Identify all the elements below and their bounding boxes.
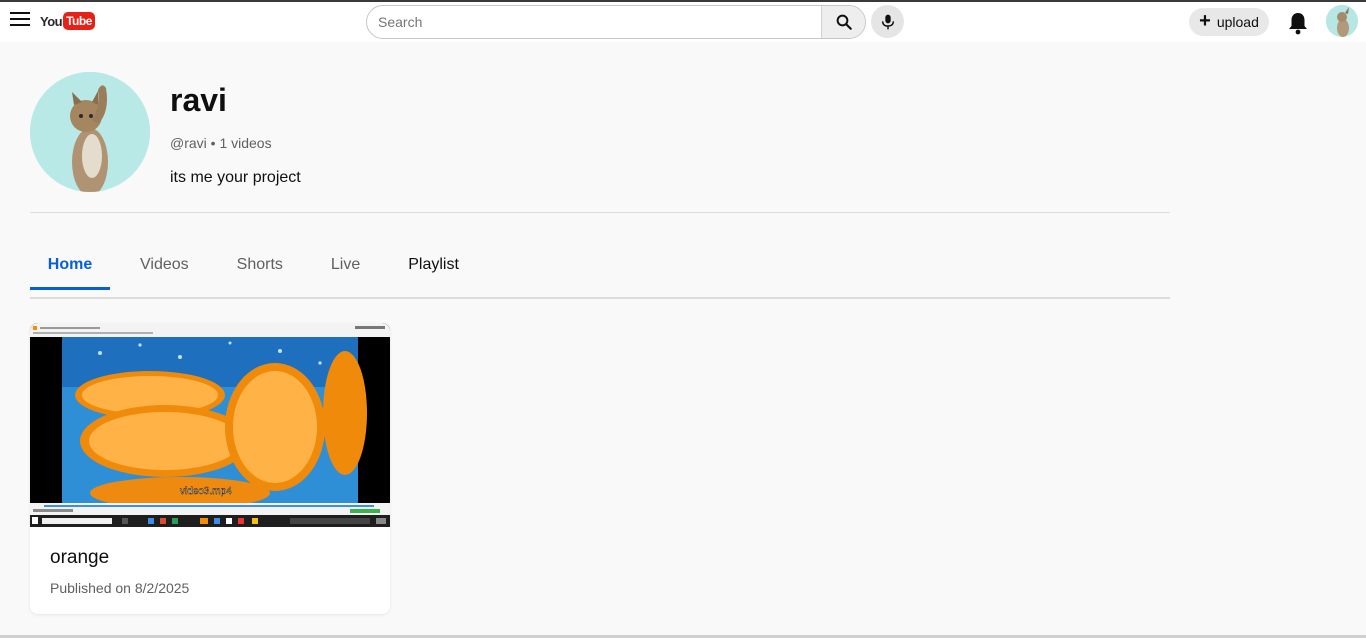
cat-avatar-image xyxy=(1326,5,1358,37)
video-published-date: Published on 8/2/2025 xyxy=(50,580,190,596)
tab-playlist[interactable]: Playlist xyxy=(390,245,477,290)
youtube-logo[interactable]: You Tube xyxy=(40,11,95,31)
user-avatar[interactable] xyxy=(1326,5,1358,37)
video-card[interactable]: video3.mp4 orange Published on 8/2/2025 xyxy=(30,323,390,614)
channel-avatar xyxy=(30,72,150,192)
bell-icon[interactable] xyxy=(1287,11,1309,35)
tabs-divider xyxy=(30,297,1170,299)
search-box xyxy=(366,5,866,39)
plus-icon: + xyxy=(1199,10,1211,32)
cat-photo xyxy=(30,72,150,192)
upload-button[interactable]: + upload xyxy=(1189,8,1269,36)
channel-tabs: Home Videos Shorts Live Playlist xyxy=(30,245,477,290)
menu-icon[interactable] xyxy=(10,12,30,28)
channel-meta: @ravi • 1 videos xyxy=(170,135,272,151)
video-title[interactable]: orange xyxy=(50,547,109,569)
channel-name: ravi xyxy=(170,82,227,118)
mic-icon xyxy=(881,14,894,29)
channel-description: its me your project xyxy=(170,169,301,186)
top-header: You Tube + upload xyxy=(0,2,1366,42)
tab-shorts[interactable]: Shorts xyxy=(219,245,301,290)
logo-you-text: You xyxy=(40,13,63,29)
tab-live[interactable]: Live xyxy=(313,245,378,290)
tab-videos[interactable]: Videos xyxy=(122,245,207,290)
search-icon xyxy=(836,14,852,30)
logo-tube-text: Tube xyxy=(63,12,95,30)
profile-divider xyxy=(30,212,1170,213)
thumbnail-caption: video3.mp4 xyxy=(180,486,232,497)
upload-label: upload xyxy=(1216,14,1259,30)
search-button[interactable] xyxy=(821,6,865,38)
voice-search-button[interactable] xyxy=(871,5,904,38)
video-thumbnail[interactable]: video3.mp4 xyxy=(30,323,390,527)
search-input[interactable] xyxy=(367,6,822,38)
tab-home[interactable]: Home xyxy=(30,245,110,290)
